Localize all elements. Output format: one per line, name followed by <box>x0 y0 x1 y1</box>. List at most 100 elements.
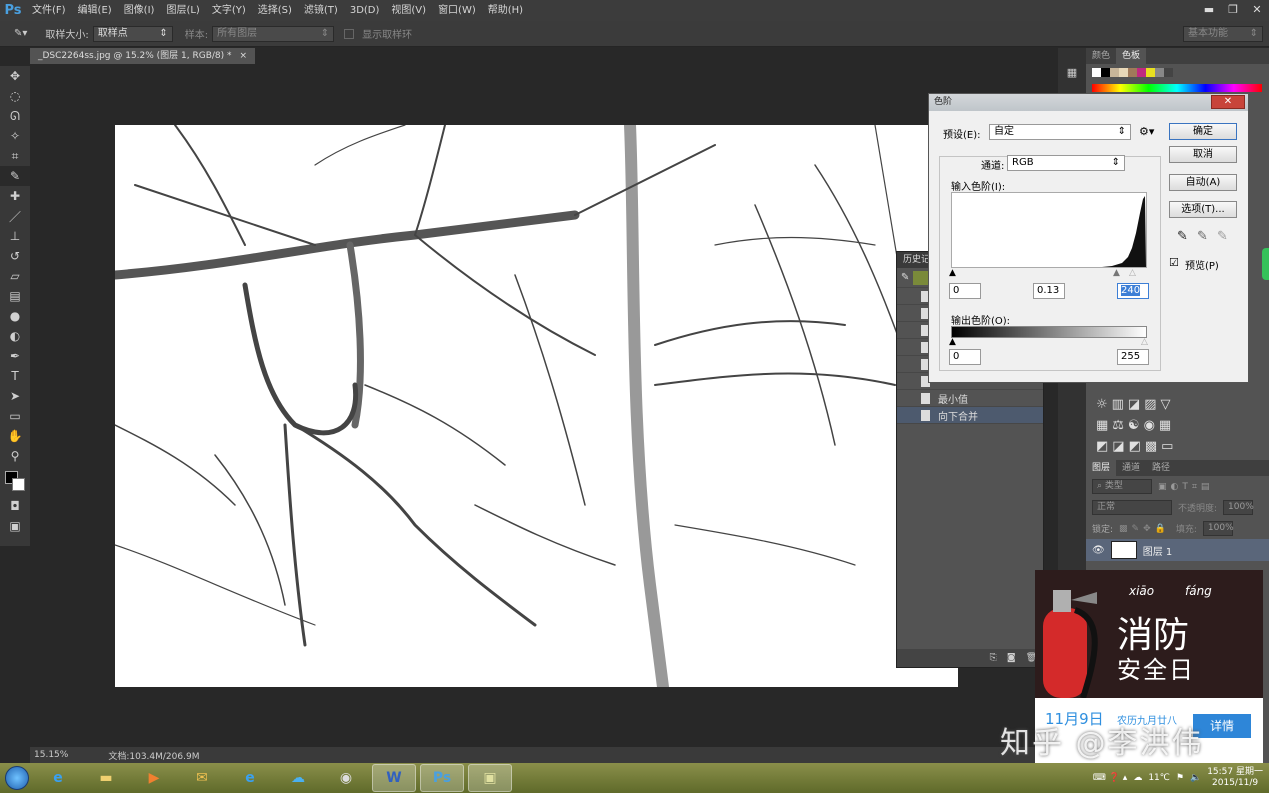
menu-type[interactable]: 文字(Y) <box>206 0 252 21</box>
menu-layer[interactable]: 图层(L) <box>160 0 205 21</box>
edge-taskbar-icon[interactable]: e <box>228 764 272 792</box>
options-button[interactable]: 选项(T)... <box>1169 201 1237 218</box>
input-white-field[interactable]: 240 <box>1117 283 1149 299</box>
media-player-taskbar-icon[interactable]: ▶ <box>132 764 176 792</box>
document-tab-close-icon[interactable]: × <box>240 48 248 64</box>
camera-icon[interactable]: ◙ <box>1007 653 1016 663</box>
tab-paths[interactable]: 路径 <box>1146 460 1176 476</box>
minimize-button[interactable]: ▬ <box>1197 0 1221 19</box>
tray-icons[interactable]: ⌨ ❓ ▴ <box>1093 773 1127 783</box>
move-tool-icon[interactable]: ✥ <box>0 66 30 86</box>
zoom-tool-icon[interactable]: ⚲ <box>0 446 30 466</box>
tab-channels[interactable]: 通道 <box>1116 460 1146 476</box>
path-select-tool-icon[interactable]: ➤ <box>0 386 30 406</box>
explorer-taskbar-icon[interactable]: ▬ <box>84 764 128 792</box>
image-canvas[interactable] <box>115 125 958 687</box>
output-white-field[interactable]: 255 <box>1117 349 1149 365</box>
shape-tool-icon[interactable]: ▭ <box>0 406 30 426</box>
menu-edit[interactable]: 编辑(E) <box>72 0 118 21</box>
input-black-field[interactable]: 0 <box>949 283 981 299</box>
photoshop-taskbar-icon[interactable]: Ps <box>420 764 464 792</box>
input-black-slider[interactable]: ▲ <box>949 268 956 278</box>
baidu-netdisk-taskbar-icon[interactable]: ☁ <box>276 764 320 792</box>
blend-mode-select[interactable]: 正常 <box>1092 500 1172 515</box>
clock[interactable]: 15:57 星期一 2015/11/9 <box>1207 767 1263 789</box>
start-button[interactable] <box>0 763 34 793</box>
tab-layers[interactable]: 图层 <box>1086 460 1117 476</box>
menu-image[interactable]: 图像(I) <box>118 0 161 21</box>
color-swatches[interactable] <box>0 466 30 496</box>
swatches-grid[interactable] <box>1086 64 1266 81</box>
network-icon[interactable]: ⚑ <box>1176 773 1184 783</box>
eye-icon[interactable]: 👁 <box>1092 545 1105 556</box>
sample-size-select[interactable]: 取样点 ⇕ <box>92 25 173 42</box>
preview-checkbox[interactable]: ☑ <box>1169 256 1179 269</box>
hand-tool-icon[interactable]: ✋ <box>0 426 30 446</box>
input-gamma-slider[interactable]: ▲ <box>1113 268 1120 278</box>
document-size[interactable]: 文档:103.4M/206.9M <box>108 749 199 762</box>
quick-mask-icon[interactable]: ◘ <box>0 496 30 516</box>
ok-button[interactable]: 确定 <box>1169 123 1237 140</box>
lock-icons[interactable]: ▩✎✥🔒 <box>1119 524 1170 534</box>
adjustment-row-icons[interactable]: ◩◪◩▩▭ <box>1096 436 1177 457</box>
adjustment-row-icons[interactable]: ☼▥◪▨▽ <box>1096 394 1177 415</box>
background-color[interactable] <box>12 478 25 491</box>
show-ring-checkbox[interactable] <box>344 28 355 39</box>
channel-select[interactable]: RGB ⇕ <box>1007 155 1125 171</box>
close-button[interactable]: ✕ <box>1245 0 1269 19</box>
restore-button[interactable]: ❐ <box>1221 0 1245 19</box>
opacity-field[interactable]: 100% <box>1223 500 1254 515</box>
layer-filter-icons[interactable]: ▣◐T⌗▤ <box>1158 482 1213 492</box>
menu-filter[interactable]: 滤镜(T) <box>298 0 344 21</box>
tab-swatches[interactable]: 色板 <box>1116 48 1147 64</box>
zoom-level[interactable]: 15.15% <box>34 750 68 760</box>
crop-tool-icon[interactable]: ⌗ <box>0 146 30 166</box>
tab-color[interactable]: 颜色 <box>1086 48 1116 64</box>
workspace-select[interactable]: 基本功能 ⇕ <box>1183 26 1263 42</box>
history-item-active[interactable]: 向下合并 <box>897 407 1043 424</box>
swatches-row[interactable] <box>1092 84 1262 92</box>
input-white-slider[interactable]: △ <box>1129 268 1136 278</box>
healing-tool-icon[interactable]: ✚ <box>0 186 30 206</box>
eyedropper-tool-icon[interactable]: ✎▾ <box>14 28 27 39</box>
dodge-tool-icon[interactable]: ◐ <box>0 326 30 346</box>
auto-button[interactable]: 自动(A) <box>1169 174 1237 191</box>
temperature[interactable]: 11℃ <box>1148 773 1170 783</box>
marquee-tool-icon[interactable]: ◌ <box>0 86 30 106</box>
weather-icon[interactable]: ☁ <box>1133 773 1142 783</box>
brush-tool-icon[interactable]: ／ <box>0 206 30 226</box>
gray-eyedropper-icon[interactable]: ✎ <box>1197 229 1208 244</box>
preset-select[interactable]: 自定 ⇕ <box>989 124 1131 140</box>
output-black-slider[interactable]: ▲ <box>949 337 956 347</box>
eyedropper-tool-icon[interactable]: ✎ <box>0 166 30 186</box>
image-viewer-taskbar-icon[interactable]: ▣ <box>468 764 512 792</box>
history-brush-tool-icon[interactable]: ↺ <box>0 246 30 266</box>
menu-window[interactable]: 窗口(W) <box>432 0 482 21</box>
word-taskbar-icon[interactable]: W <box>372 764 416 792</box>
black-eyedropper-icon[interactable]: ✎ <box>1177 229 1188 244</box>
input-gamma-field[interactable]: 0.13 <box>1033 283 1065 299</box>
menu-file[interactable]: 文件(F) <box>26 0 72 21</box>
layer-kind-filter[interactable]: ⌕ 类型 <box>1092 479 1152 494</box>
gradient-tool-icon[interactable]: ▤ <box>0 286 30 306</box>
history-item[interactable]: 最小值 <box>897 390 1043 407</box>
quick-select-tool-icon[interactable]: ✧ <box>0 126 30 146</box>
mail-taskbar-icon[interactable]: ✉ <box>180 764 224 792</box>
sample-select[interactable]: 所有图层 ⇕ <box>212 25 335 42</box>
levels-title-bar[interactable]: 色阶 ✕ <box>929 94 1248 111</box>
output-white-slider[interactable]: △ <box>1141 337 1148 347</box>
volume-icon[interactable]: 🔈 <box>1190 773 1201 783</box>
output-black-field[interactable]: 0 <box>949 349 981 365</box>
eraser-tool-icon[interactable]: ▱ <box>0 266 30 286</box>
ie-taskbar-icon[interactable]: e <box>36 764 80 792</box>
side-tab[interactable] <box>1262 248 1269 280</box>
adjustment-icons[interactable]: ☼▥◪▨▽ ▦⚖☯◉▦ ◩◪◩▩▭ <box>1096 394 1177 457</box>
lasso-tool-icon[interactable]: ᘏ <box>0 106 30 126</box>
stamp-tool-icon[interactable]: ⊥ <box>0 226 30 246</box>
levels-close-button[interactable]: ✕ <box>1211 95 1245 109</box>
qq-taskbar-icon[interactable]: ◉ <box>324 764 368 792</box>
menu-view[interactable]: 视图(V) <box>385 0 432 21</box>
cancel-button[interactable]: 取消 <box>1169 146 1237 163</box>
layer-row-layer1[interactable]: 👁 图层 1 <box>1086 539 1269 561</box>
white-eyedropper-icon[interactable]: ✎ <box>1217 229 1228 244</box>
